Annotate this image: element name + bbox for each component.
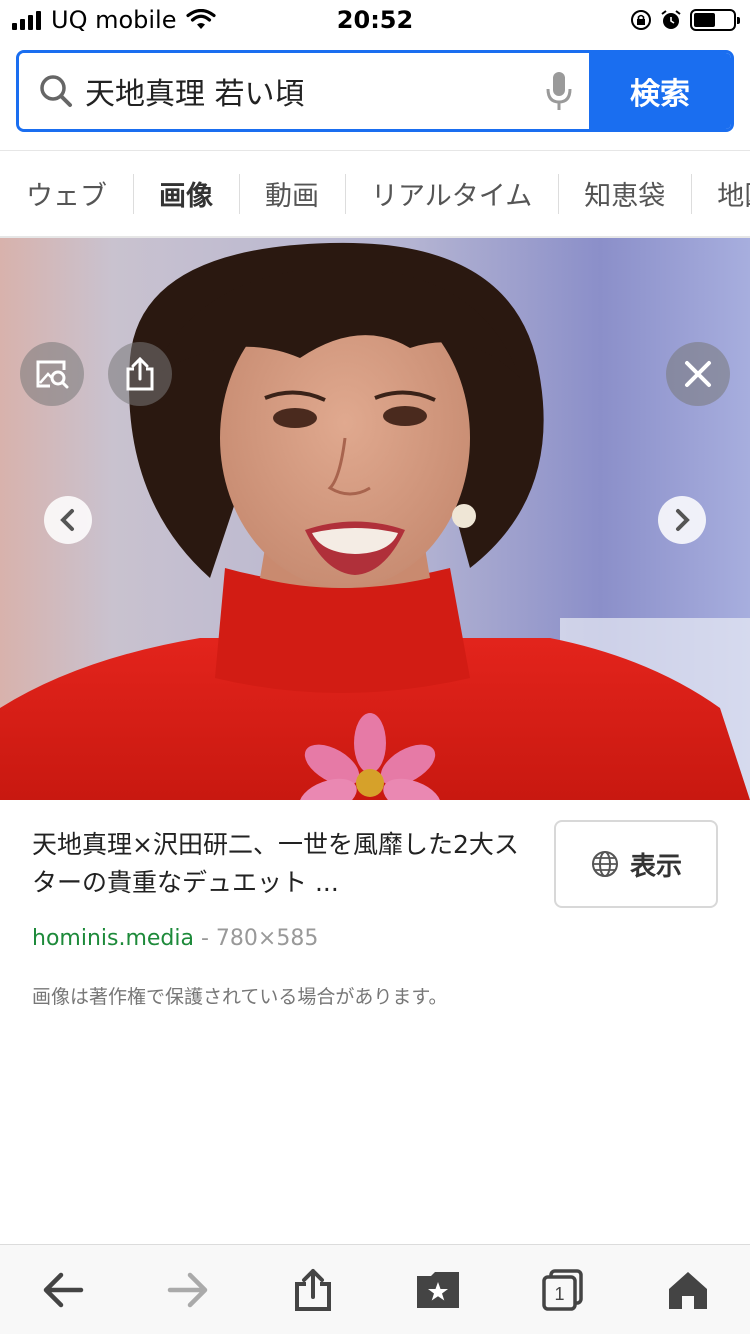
status-bar: UQ mobile 20:52 bbox=[0, 0, 750, 40]
bookmarks-icon bbox=[416, 1271, 459, 1308]
tab-chiebukuro[interactable]: 知恵袋 bbox=[558, 151, 691, 236]
bottom-toolbar: 1 bbox=[0, 1244, 750, 1334]
search-tabs: ウェブ 画像 動画 リアルタイム 知恵袋 地図 bbox=[0, 150, 750, 238]
back-arrow-icon bbox=[43, 1272, 83, 1307]
search-query[interactable]: 天地真理 若い頃 bbox=[85, 69, 529, 113]
wifi-icon bbox=[186, 9, 217, 29]
chevron-left-icon bbox=[60, 509, 74, 531]
source-separator: - bbox=[193, 926, 216, 951]
tab-web[interactable]: ウェブ bbox=[0, 151, 133, 236]
share-icon bbox=[294, 1268, 331, 1311]
tab-video[interactable]: 動画 bbox=[239, 151, 345, 236]
home-button[interactable] bbox=[648, 1250, 728, 1330]
tab-realtime[interactable]: リアルタイム bbox=[345, 151, 558, 236]
forward-arrow-icon bbox=[167, 1272, 207, 1307]
carrier-name: UQ mobile bbox=[51, 6, 177, 34]
image-viewer[interactable] bbox=[0, 238, 750, 800]
image-search-icon bbox=[36, 360, 69, 389]
forward-button[interactable] bbox=[148, 1250, 228, 1330]
source-domain[interactable]: hominis.media bbox=[32, 926, 194, 951]
tabs-icon: 1 bbox=[541, 1268, 583, 1311]
share-icon bbox=[126, 356, 154, 391]
tab-count: 1 bbox=[554, 1284, 564, 1304]
close-icon bbox=[685, 361, 711, 387]
result-image bbox=[0, 238, 750, 800]
mic-icon bbox=[546, 72, 572, 110]
image-search-button[interactable] bbox=[20, 342, 84, 406]
chevron-right-icon bbox=[676, 509, 690, 531]
image-dimensions: 780×585 bbox=[215, 926, 319, 951]
signal-icon bbox=[12, 10, 41, 30]
image-source: hominis.media - 780×585 bbox=[32, 926, 318, 951]
tabs-button[interactable]: 1 bbox=[523, 1250, 603, 1330]
share-button[interactable] bbox=[273, 1250, 353, 1330]
alarm-icon bbox=[661, 10, 681, 29]
next-image-button[interactable] bbox=[658, 496, 706, 544]
home-icon bbox=[668, 1271, 707, 1309]
copyright-notice: 画像は著作権で保護されている場合があります。 bbox=[32, 986, 448, 1008]
battery-icon bbox=[690, 9, 740, 31]
back-button[interactable] bbox=[23, 1250, 103, 1330]
share-image-button[interactable] bbox=[108, 342, 172, 406]
status-left: UQ mobile bbox=[12, 6, 217, 34]
close-viewer-button[interactable] bbox=[666, 342, 730, 406]
result-title[interactable]: 天地真理×沢田研二、一世を風靡した2大スターの貴重なデュエット ... bbox=[32, 826, 532, 902]
show-button-label: 表示 bbox=[629, 851, 682, 882]
tab-images[interactable]: 画像 bbox=[133, 151, 239, 236]
tab-map[interactable]: 地図 bbox=[691, 151, 750, 236]
bookmarks-button[interactable] bbox=[398, 1250, 478, 1330]
search-button[interactable]: 検索 bbox=[589, 53, 731, 129]
rotation-lock-icon bbox=[631, 10, 651, 30]
previous-image-button[interactable] bbox=[44, 496, 92, 544]
globe-icon bbox=[591, 851, 618, 877]
search-bar: 天地真理 若い頃 検索 bbox=[16, 50, 734, 132]
show-page-button[interactable]: 表示 bbox=[554, 820, 718, 908]
status-right bbox=[630, 9, 740, 31]
search-icon bbox=[40, 75, 72, 107]
mic-button[interactable] bbox=[529, 70, 589, 112]
search-input[interactable]: 天地真理 若い頃 bbox=[19, 53, 589, 129]
